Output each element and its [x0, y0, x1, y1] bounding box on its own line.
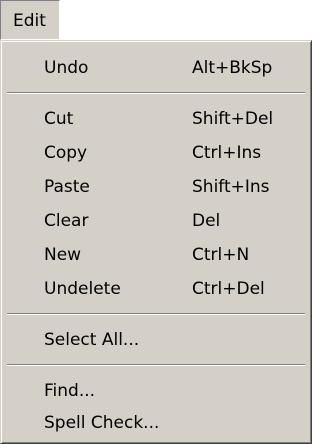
menu-bar: Edit	[0, 0, 324, 42]
menu-item-undo[interactable]: Undo Alt+BkSp	[4, 51, 308, 85]
menu-item-find[interactable]: Find...	[4, 374, 308, 408]
menu-item-select-all[interactable]: Select All...	[4, 323, 308, 357]
menu-item-label: Paste	[44, 177, 90, 197]
menu-separator	[7, 364, 305, 366]
menu-item-paste[interactable]: Paste Shift+Ins	[4, 170, 308, 204]
menu-item-label: Undelete	[44, 279, 121, 299]
menu-item-shortcut: Shift+Del	[192, 109, 274, 129]
menu-item-shortcut: Ctrl+Del	[192, 279, 265, 299]
menu-separator	[7, 92, 305, 94]
menu-item-cut[interactable]: Cut Shift+Del	[4, 102, 308, 136]
menu-item-shortcut: Ctrl+Ins	[192, 143, 262, 163]
menu-edit[interactable]: Edit	[0, 0, 60, 40]
edit-dropdown-menu: Undo Alt+BkSp Cut Shift+Del Copy Ctrl+In…	[0, 40, 312, 444]
menu-item-label: Clear	[44, 211, 89, 231]
menu-item-label: Spell Check...	[44, 413, 160, 433]
menu-item-copy[interactable]: Copy Ctrl+Ins	[4, 136, 308, 170]
menu-item-undelete[interactable]: Undelete Ctrl+Del	[4, 272, 308, 306]
menu-separator	[7, 313, 305, 315]
menu-item-clear[interactable]: Clear Del	[4, 204, 308, 238]
menu-item-label: Find...	[44, 381, 96, 401]
menu-item-label: Copy	[44, 143, 88, 163]
menu-item-label: Select All...	[44, 330, 140, 350]
menu-item-label: Undo	[44, 58, 89, 78]
menu-item-shortcut: Del	[192, 211, 221, 231]
menu-item-label: Cut	[44, 109, 74, 129]
menu-item-shortcut: Shift+Ins	[192, 177, 270, 197]
menu-edit-label: Edit	[13, 11, 46, 31]
menu-item-spell-check[interactable]: Spell Check...	[4, 406, 308, 440]
menu-item-new[interactable]: New Ctrl+N	[4, 238, 308, 272]
menu-item-shortcut: Alt+BkSp	[192, 58, 273, 78]
menu-item-label: New	[44, 245, 82, 265]
menu-item-shortcut: Ctrl+N	[192, 245, 250, 265]
